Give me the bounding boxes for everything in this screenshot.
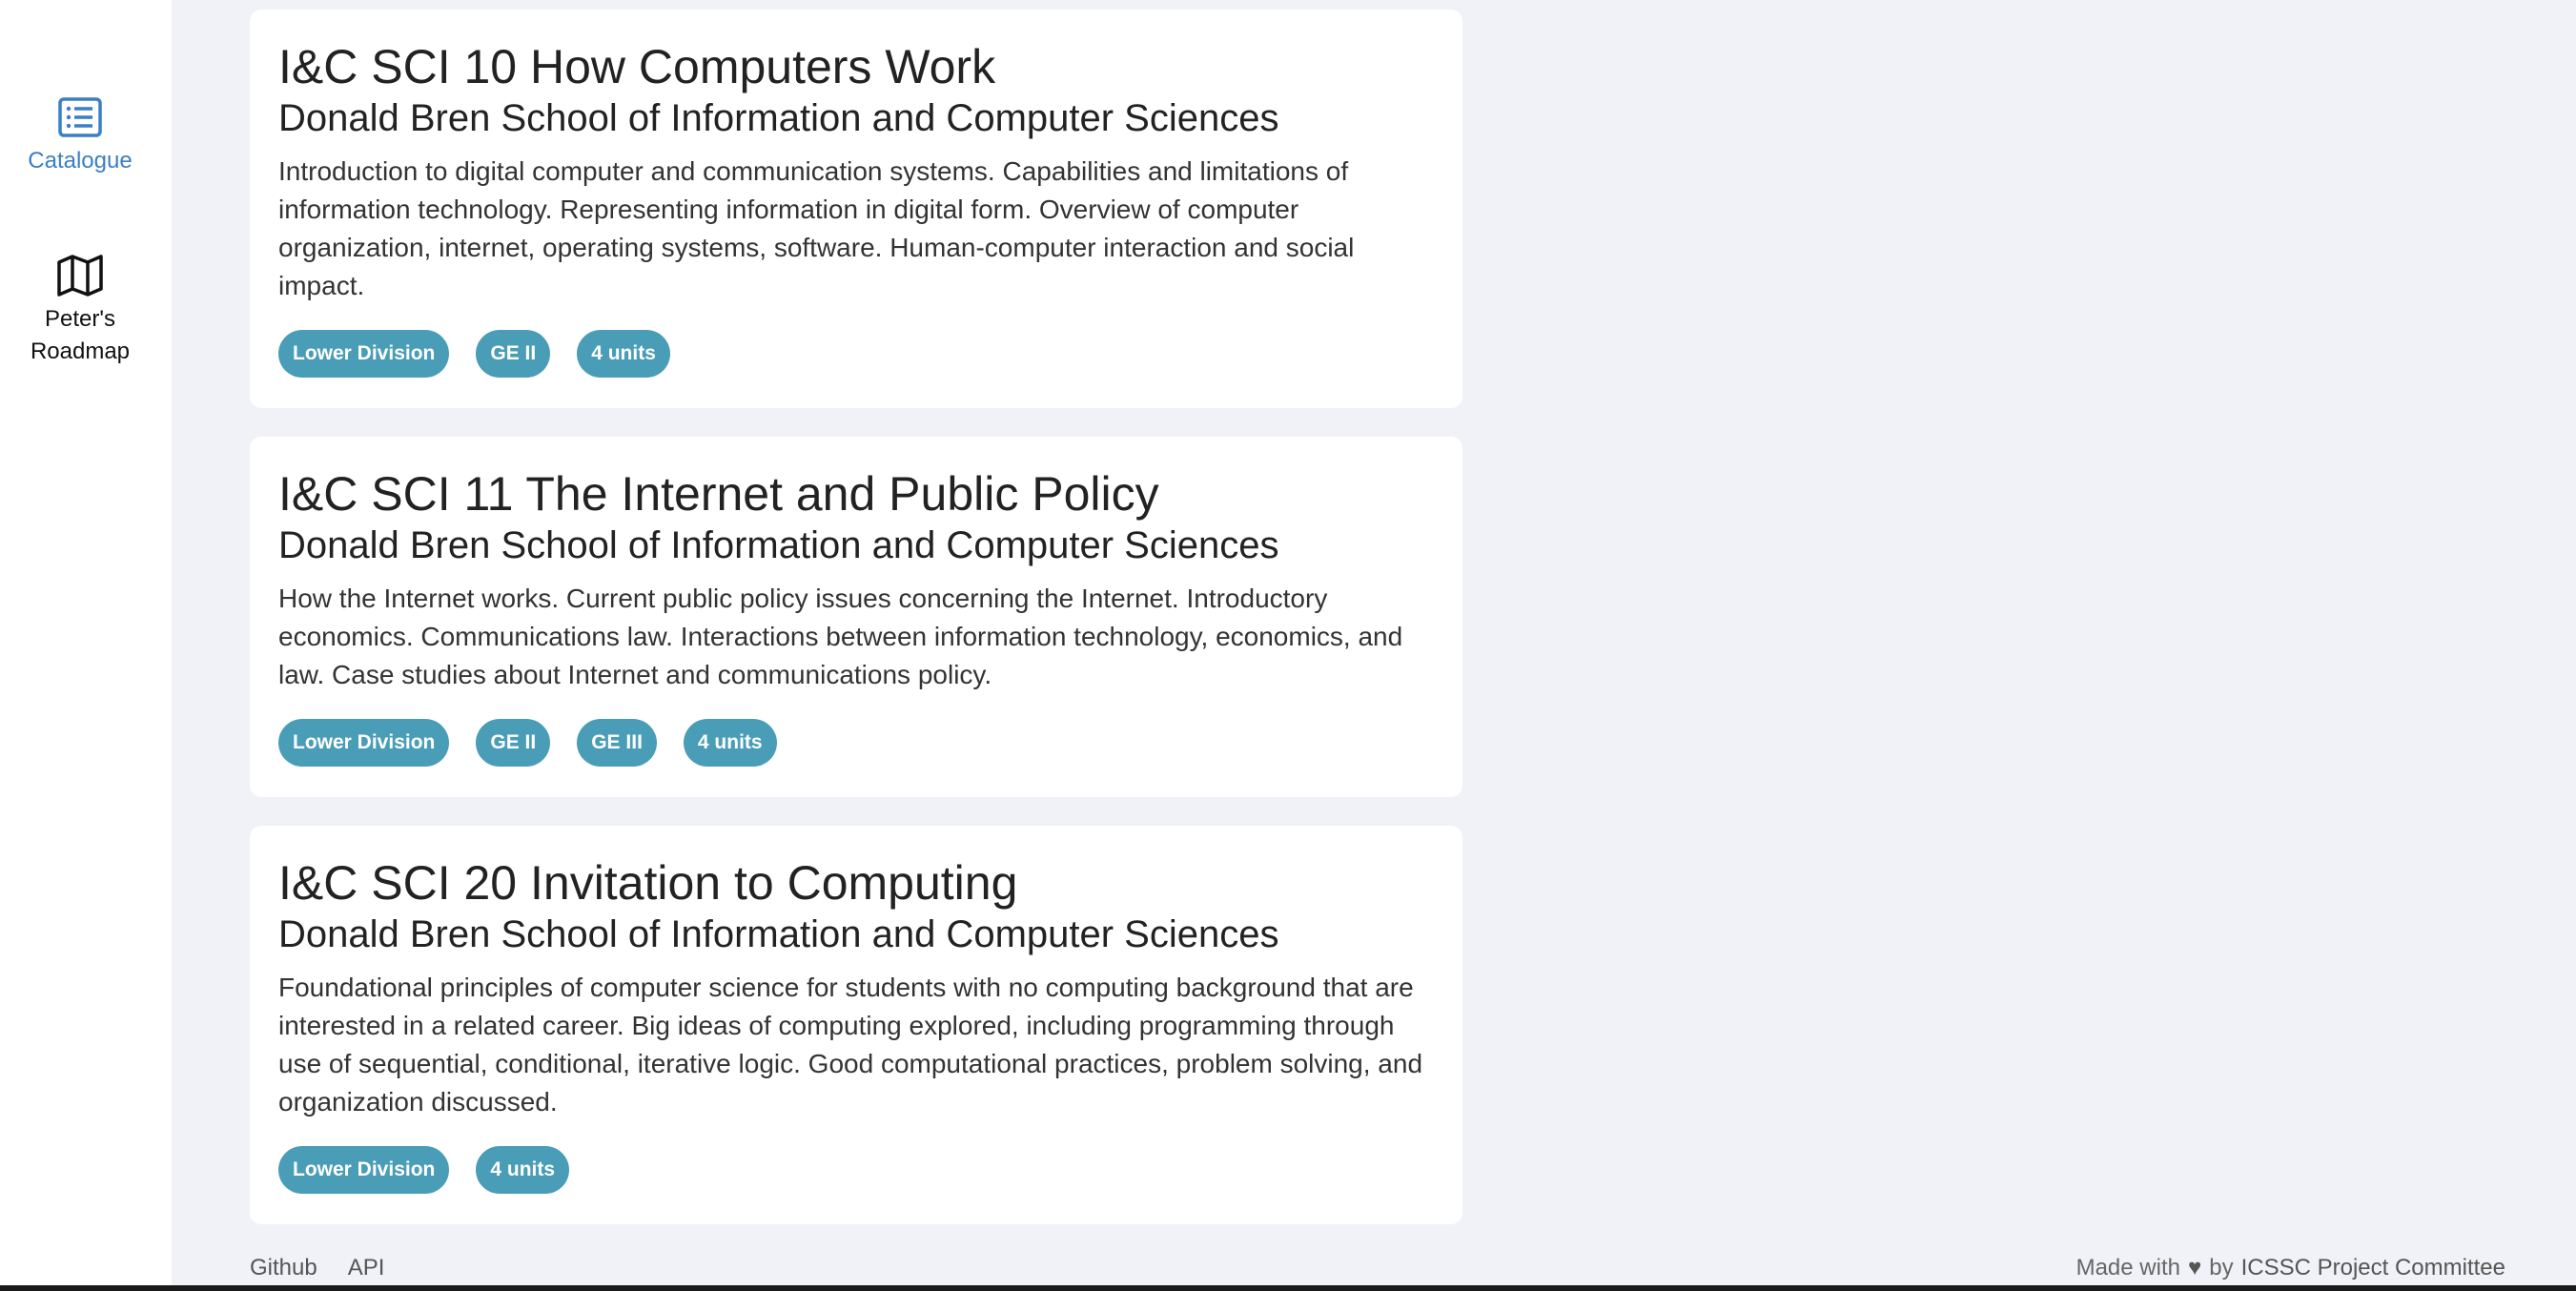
heart-icon: ♥ [2187, 1255, 2202, 1281]
course-school: Donald Bren School of Information and Co… [278, 913, 1279, 955]
course-description: Foundational principles of computer scie… [278, 973, 1423, 1117]
course-card[interactable]: I&C SCI 20 Invitation to Computing Donal… [250, 826, 1462, 1224]
course-tags: Lower Division 4 units [278, 1146, 1434, 1194]
course-school: Donald Bren School of Information and Co… [278, 524, 1279, 566]
course-tags: Lower Division GE II 4 units [278, 330, 1434, 378]
github-link[interactable]: Github [250, 1255, 317, 1281]
course-title[interactable]: I&C SCI 11 The Internet and Public Polic… [278, 465, 1434, 523]
org-link[interactable]: ICSSC Project Committee [2241, 1255, 2505, 1281]
map-icon [57, 255, 103, 297]
course-description: Introduction to digital computer and com… [278, 156, 1355, 300]
list-icon [58, 97, 102, 137]
course-tags: Lower Division GE II GE III 4 units [278, 719, 1434, 767]
tag-units: 4 units [683, 719, 777, 767]
footer-links: Github API [250, 1255, 384, 1281]
course-description: How the Internet works. Current public p… [278, 584, 1403, 689]
tag-level: Lower Division [278, 719, 450, 767]
course-title[interactable]: I&C SCI 20 Invitation to Computing [278, 854, 1434, 912]
sidebar: Catalogue Peter's Roadmap [0, 0, 172, 1291]
api-link[interactable]: API [348, 1255, 385, 1281]
by-text: by [2209, 1255, 2234, 1281]
course-title[interactable]: I&C SCI 10 How Computers Work [278, 38, 1434, 95]
course-card[interactable]: I&C SCI 11 The Internet and Public Polic… [250, 437, 1462, 797]
tag-ge: GE II [476, 719, 551, 767]
tag-level: Lower Division [278, 330, 450, 378]
sidebar-item-label: Peter's Roadmap [30, 306, 131, 364]
sidebar-item-roadmap[interactable]: Peter's Roadmap [0, 254, 160, 368]
tag-level: Lower Division [278, 1146, 450, 1194]
course-card[interactable]: I&C SCI 10 How Computers Work Donald Bre… [250, 10, 1462, 408]
course-school: Donald Bren School of Information and Co… [278, 97, 1279, 139]
sidebar-item-label: Catalogue [28, 148, 133, 174]
sidebar-item-catalogue[interactable]: Catalogue [0, 95, 160, 177]
tag-ge: GE II [476, 330, 551, 378]
tag-units: 4 units [577, 330, 670, 378]
footer-credit: Made with ♥ by ICSSC Project Committee [2076, 1255, 2505, 1281]
window-bottom-edge [0, 1285, 2576, 1291]
tag-units: 4 units [476, 1146, 570, 1194]
tag-ge: GE III [577, 719, 657, 767]
made-with-text: Made with [2075, 1255, 2180, 1281]
app-root: Catalogue Peter's Roadmap I&C SCI 10 How… [0, 0, 2576, 1291]
